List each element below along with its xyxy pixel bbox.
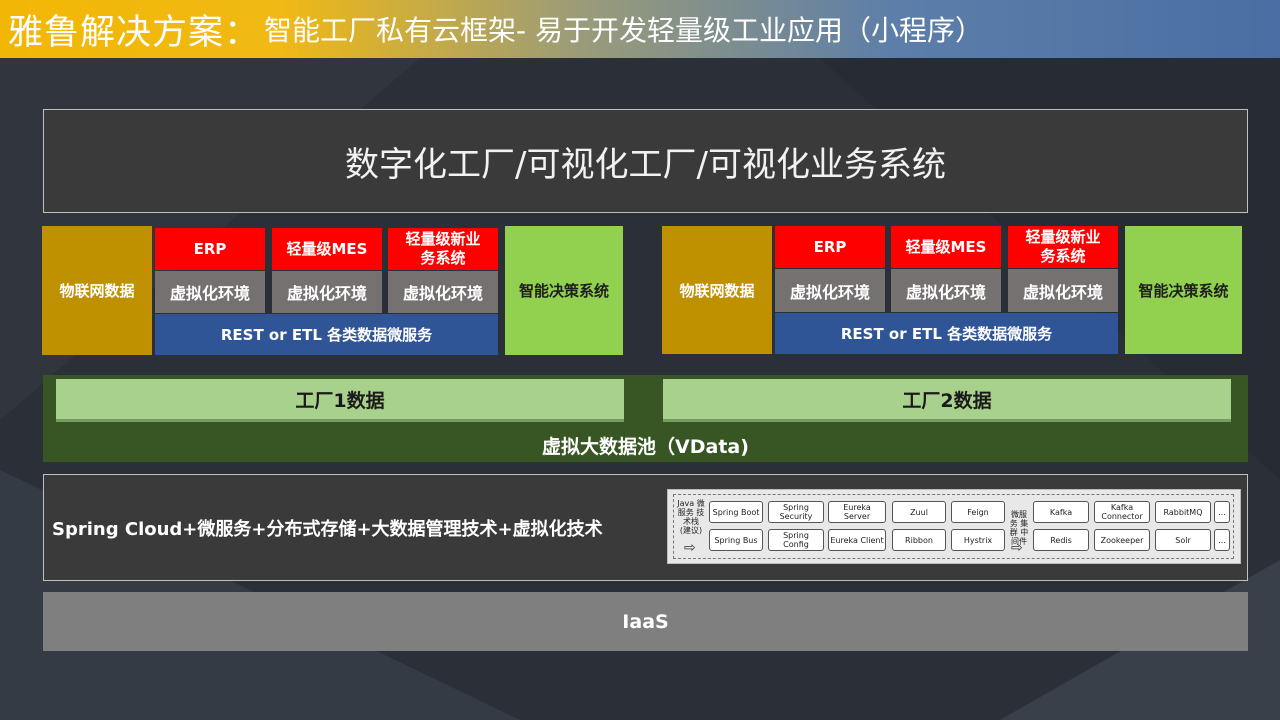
chip-more-2: ...: [1214, 529, 1230, 551]
iaas-layer: IaaS: [43, 592, 1248, 651]
brand-title: 雅鲁解决方案：: [8, 12, 261, 53]
rest-etl-bar-2: REST or ETL 各类数据微服务: [775, 313, 1118, 354]
mes-env-2: 虚拟化环境: [891, 269, 1001, 312]
chip-spring-bus: Spring Bus: [709, 529, 763, 551]
erp-header-1: ERP: [155, 228, 265, 270]
chip-zuul: Zuul: [892, 501, 946, 523]
chip-kafka-connector: Kafka Connector: [1094, 501, 1150, 523]
chip-feign: Feign: [951, 501, 1005, 523]
java-stack-label: Java 微服务 技术栈 (建议): [677, 499, 705, 535]
erp-header-2: ERP: [775, 226, 885, 268]
chip-spring-security: Spring Security: [768, 501, 824, 523]
chip-solr: Solr: [1155, 529, 1211, 551]
factory-2-data: 工厂2数据: [663, 379, 1231, 422]
chip-more-1: ...: [1214, 501, 1230, 523]
title-banner: 雅鲁解决方案： 智能工厂私有云框架- 易于开发轻量级工业应用（小程序）: [0, 0, 1280, 58]
decision-system-box-2: 智能决策系统: [1125, 226, 1242, 354]
factory-1-data: 工厂1数据: [56, 379, 624, 422]
vdata-pool-label: 虚拟大数据池（VData): [542, 436, 749, 458]
infra-tech-text: Spring Cloud+微服务+分布式存储+大数据管理技术+虚拟化技术: [52, 519, 603, 540]
iot-data-box-2: 物联网数据: [662, 226, 772, 354]
mes-header-2: 轻量级MES: [891, 226, 1001, 268]
chip-eureka-client: Eureka Client: [828, 529, 886, 551]
new-biz-env-1: 虚拟化环境: [388, 271, 498, 313]
chip-kafka: Kafka: [1033, 501, 1089, 523]
chip-rabbitmq: RabbitMQ: [1155, 501, 1211, 523]
page-subtitle: 智能工厂私有云框架- 易于开发轻量级工业应用（小程序）: [264, 14, 984, 47]
decision-system-box-1: 智能决策系统: [505, 226, 623, 355]
new-biz-header-2: 轻量级新业务系统: [1008, 226, 1118, 268]
arrow-right-icon: ⇨: [684, 540, 696, 556]
chip-spring-boot: Spring Boot: [709, 501, 763, 523]
rest-etl-bar-1: REST or ETL 各类数据微服务: [155, 314, 498, 355]
chip-spring-config: Spring Config: [768, 529, 824, 551]
iot-data-box-1: 物联网数据: [42, 226, 152, 355]
tech-stack-panel: Java 微服务 技术栈 (建议) ⇨ Spring Boot Spring S…: [667, 489, 1241, 564]
top-layer-box: 数字化工厂/可视化工厂/可视化业务系统: [43, 109, 1248, 213]
chip-ribbon: Ribbon: [892, 529, 946, 551]
chip-redis: Redis: [1033, 529, 1089, 551]
mes-env-1: 虚拟化环境: [272, 271, 382, 313]
erp-env-1: 虚拟化环境: [155, 271, 265, 313]
chip-zookeeper: Zookeeper: [1094, 529, 1150, 551]
chip-hystrix: Hystrix: [951, 529, 1005, 551]
mes-header-1: 轻量级MES: [272, 228, 382, 270]
new-biz-env-2: 虚拟化环境: [1008, 269, 1118, 312]
erp-env-2: 虚拟化环境: [775, 269, 885, 312]
new-biz-header-1: 轻量级新业务系统: [388, 228, 498, 270]
chip-eureka-server: Eureka Server: [828, 501, 886, 523]
arrow-right-icon-2: ⇨: [1011, 540, 1023, 556]
